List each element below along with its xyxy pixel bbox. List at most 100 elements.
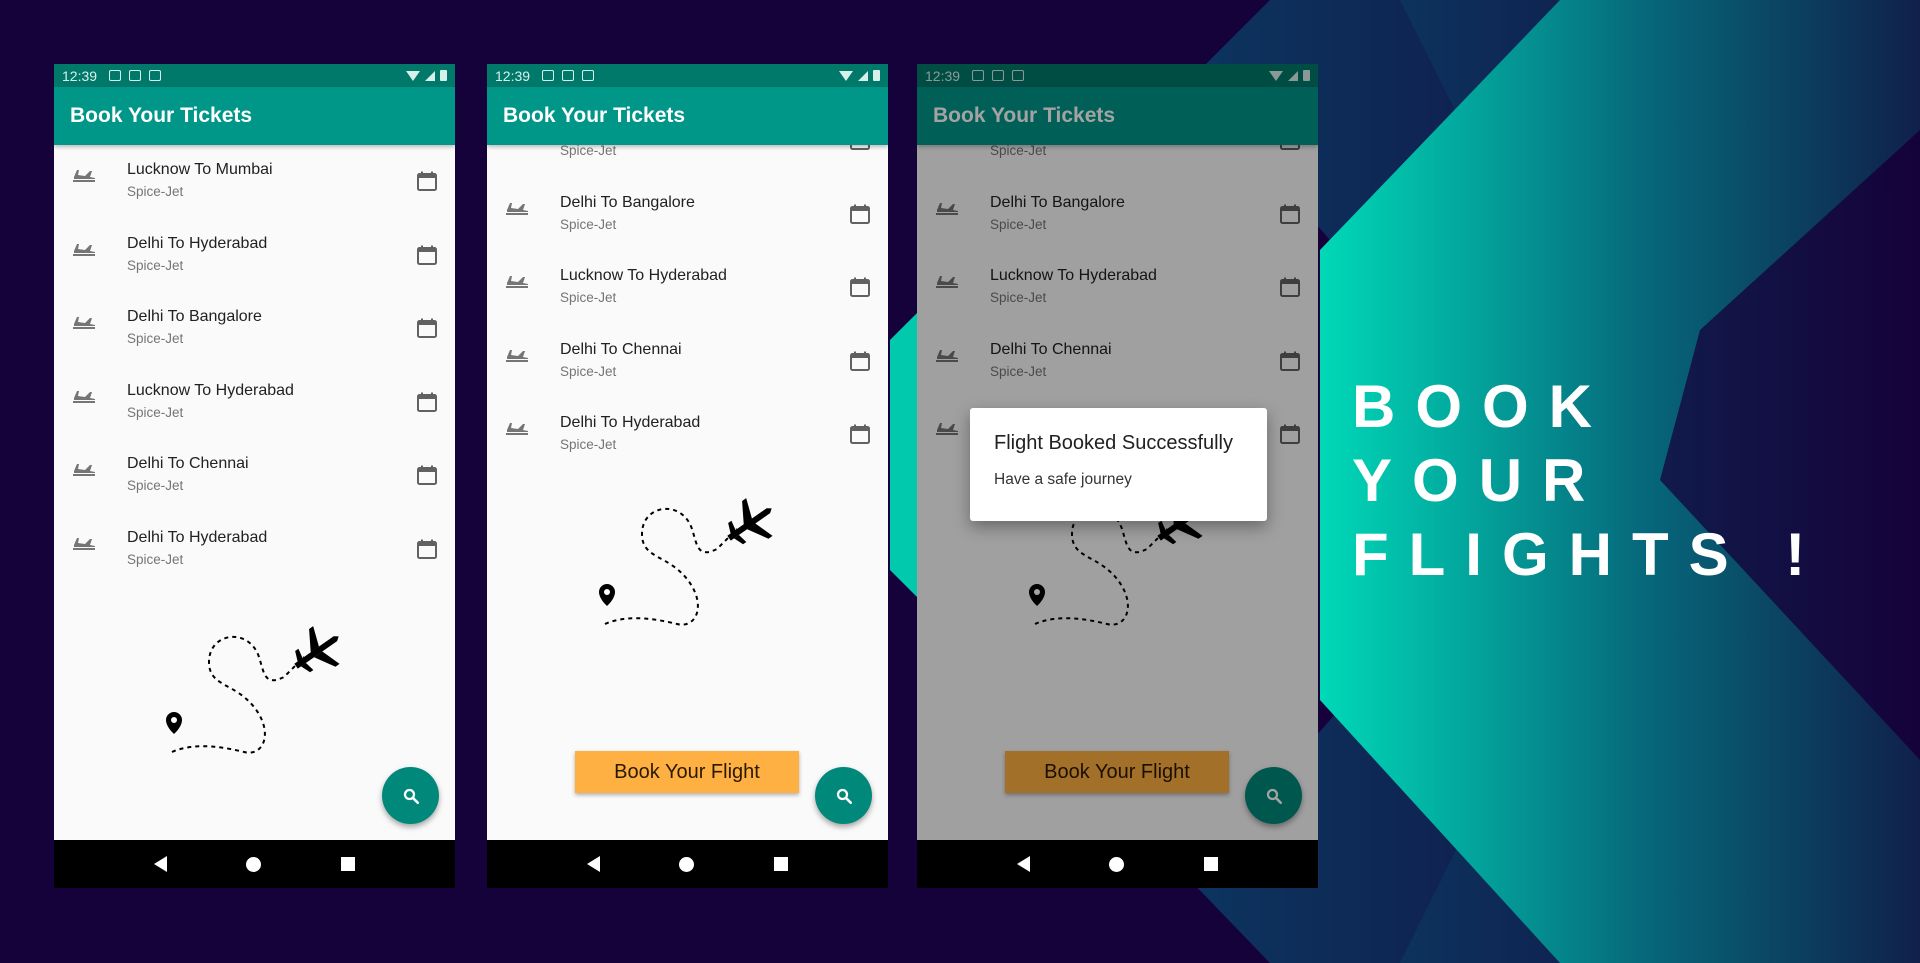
tagline-line-1: BOOK	[1352, 373, 1612, 440]
route-label: Delhi To Hyderabad	[127, 234, 268, 252]
route-label: Lucknow To Mumbai	[127, 161, 273, 178]
airline-label: Spice-Jet	[127, 184, 184, 199]
flight-takeoff-icon	[71, 314, 97, 334]
status-time: 12:39	[495, 67, 531, 84]
flight-list-item[interactable]: Delhi To Hyderabad Spice-Jet	[54, 219, 455, 293]
flight-list-item[interactable]: Delhi To Bangalore Spice-Jet	[54, 292, 455, 366]
notification-icon	[562, 70, 575, 81]
book-flight-button[interactable]: Book Your Flight	[575, 751, 799, 793]
nav-back-button[interactable]	[586, 856, 600, 872]
status-time: 12:39	[62, 67, 98, 84]
airline-label: Spice-Jet	[127, 331, 184, 346]
airline-label: Spice-Jet	[127, 478, 184, 493]
flight-takeoff-icon	[71, 461, 97, 481]
wifi-icon	[839, 70, 853, 81]
route-label: Delhi To Hyderabad	[560, 414, 701, 431]
nav-bar	[487, 840, 888, 888]
nav-bar	[54, 840, 455, 888]
flight-path-illustration	[587, 484, 787, 664]
airline-label: Spice-Jet	[560, 145, 617, 158]
signal-icon	[425, 70, 435, 81]
route-label: Delhi To Hyderabad	[127, 528, 268, 546]
wifi-icon	[406, 70, 420, 81]
flight-list-item[interactable]: Spice-Jet	[487, 145, 888, 178]
route-label: Lucknow To Hyderabad	[127, 381, 294, 399]
signal-icon	[858, 70, 868, 81]
flight-takeoff-icon	[71, 241, 97, 261]
flight-list: Lucknow To Mumbai Spice-Jet Delhi To Hyder…	[54, 145, 455, 586]
calendar-icon[interactable]	[416, 538, 438, 560]
status-bar: 12:39	[54, 64, 455, 87]
status-bar: 12:39	[487, 64, 888, 87]
success-dialog: Flight Booked Successfully Have a safe j…	[970, 408, 1267, 521]
calendar-icon[interactable]	[849, 423, 871, 445]
flight-list-item[interactable]: Delhi To Hyderabad Spice-Jet	[54, 513, 455, 587]
nav-home-button[interactable]	[246, 856, 262, 872]
nav-bar	[917, 840, 1318, 888]
flight-list-item[interactable]: Lucknow To Mumbai Spice-Jet	[54, 145, 455, 219]
nav-home-button[interactable]	[1109, 856, 1125, 872]
flight-takeoff-icon	[71, 535, 97, 555]
nav-back-button[interactable]	[1016, 856, 1030, 872]
airline-label: Spice-Jet	[560, 437, 617, 452]
notification-icon	[109, 70, 122, 81]
flight-list-item[interactable]: Delhi To Chennai Spice-Jet	[54, 439, 455, 513]
notification-icon	[542, 70, 555, 81]
route-label: Delhi To Chennai	[560, 340, 682, 358]
notification-icon	[149, 70, 162, 81]
flight-takeoff-icon	[71, 388, 97, 408]
nav-home-button[interactable]	[679, 856, 695, 872]
calendar-icon[interactable]	[849, 350, 871, 372]
airline-label: Spice-Jet	[560, 216, 617, 232]
search-fab[interactable]	[815, 767, 872, 824]
flight-list-item[interactable]: Delhi To Chennai Spice-Jet	[487, 325, 888, 399]
airline-label: Spice-Jet	[127, 551, 184, 567]
tagline: BOOK YOUR FLIGHTS !	[1352, 370, 1825, 592]
airline-label: Spice-Jet	[560, 290, 617, 305]
calendar-icon[interactable]	[849, 276, 871, 298]
tagline-line-2: YOUR	[1352, 447, 1606, 514]
route-label: Delhi To Bangalore	[560, 193, 695, 211]
search-icon	[836, 788, 852, 804]
nav-recents-button[interactable]	[774, 857, 789, 871]
phone-screen-2: 12:39 Book Your Tickets Spice-Jet Delhi T…	[487, 64, 888, 888]
nav-back-button[interactable]	[153, 856, 167, 872]
app-bar-title: Book Your Tickets	[487, 87, 888, 145]
search-icon	[403, 788, 419, 804]
flight-takeoff-icon	[504, 200, 530, 220]
airline-label: Spice-Jet	[127, 404, 184, 420]
flight-list-item[interactable]: Lucknow To Hyderabad Spice-Jet	[487, 251, 888, 325]
flight-takeoff-icon	[504, 145, 530, 146]
nav-recents-button[interactable]	[341, 857, 356, 871]
notification-icon	[582, 70, 595, 81]
airline-label: Spice-Jet	[560, 363, 617, 379]
route-label: Delhi To Chennai	[127, 455, 249, 472]
flight-path-illustration	[154, 612, 354, 792]
calendar-icon[interactable]	[416, 391, 438, 413]
phone-screen-3: 12:39 Book Your Tickets Spice-Jet Delhi T…	[917, 64, 1318, 888]
flight-list: Spice-Jet Delhi To Bangalore Spice-Jet Luck…	[487, 145, 888, 472]
flight-list-item[interactable]: Lucknow To Hyderabad Spice-Jet	[54, 366, 455, 440]
calendar-icon[interactable]	[416, 317, 438, 339]
route-label: Delhi To Bangalore	[127, 308, 262, 325]
nav-recents-button[interactable]	[1204, 857, 1219, 871]
calendar-icon[interactable]	[416, 170, 438, 192]
battery-icon	[873, 70, 880, 81]
flight-takeoff-icon	[504, 347, 530, 367]
flight-takeoff-icon	[71, 167, 97, 187]
notification-icon	[129, 70, 142, 81]
calendar-icon[interactable]	[849, 203, 871, 225]
dialog-title: Flight Booked Successfully	[994, 432, 1234, 454]
calendar-icon[interactable]	[416, 464, 438, 486]
calendar-icon[interactable]	[416, 244, 438, 266]
phone-screen-1: 12:39 Book Your Tickets Lucknow To Mumba…	[54, 64, 455, 888]
calendar-icon[interactable]	[849, 145, 871, 151]
airline-label: Spice-Jet	[127, 257, 184, 273]
flight-list-item[interactable]: Delhi To Hyderabad Spice-Jet	[487, 398, 888, 472]
flight-list-item[interactable]: Delhi To Bangalore Spice-Jet	[487, 178, 888, 252]
search-fab[interactable]	[382, 767, 439, 824]
flight-takeoff-icon	[504, 273, 530, 293]
tagline-line-3: FLIGHTS !	[1352, 521, 1826, 588]
app-bar-title: Book Your Tickets	[54, 87, 455, 145]
flight-takeoff-icon	[504, 420, 530, 440]
